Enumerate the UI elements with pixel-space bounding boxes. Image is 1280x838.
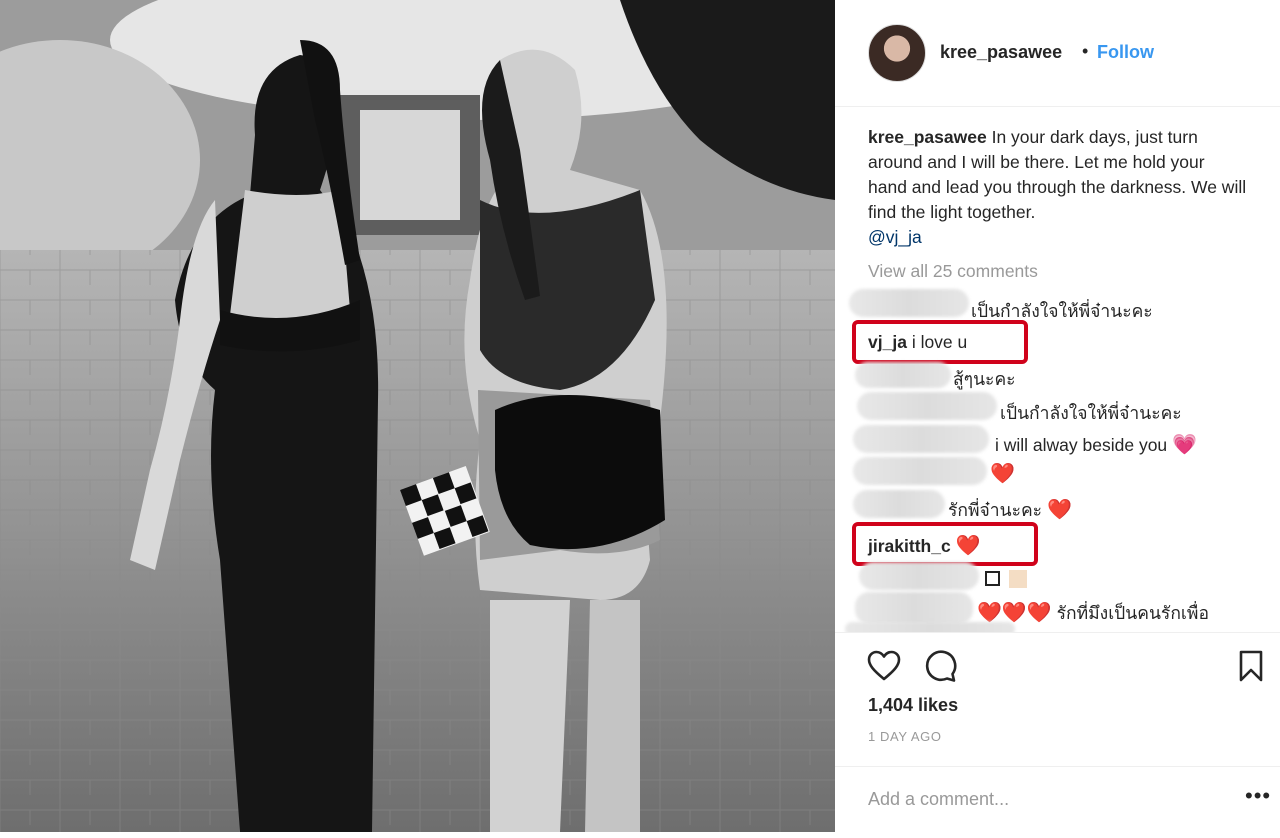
post-actions: 1,404 likes 1 DAY AGO Add a comment... •… [835,632,1280,838]
comment-text: สู้ๆนะคะ [953,369,1016,389]
header-username[interactable]: kree_pasawee [940,42,1062,63]
caption-username[interactable]: kree_pasawee [868,127,987,147]
comment-item: i will alway beside you 💗 [995,432,1197,457]
comment-text: รักพี่จ๋านะคะ [948,500,1043,520]
comment-item [985,569,1027,590]
blurred-username [855,362,951,388]
comment-text: เป็นกำลังใจให้พี่จ๋านะคะ [971,301,1153,321]
add-comment-bar: Add a comment... ••• [835,766,1280,837]
avatar[interactable] [868,24,926,82]
bookmark-icon[interactable] [1238,650,1264,682]
comment-username[interactable]: vj_ja [868,332,907,352]
comment-item: สู้ๆนะคะ [953,365,1016,393]
comments-section[interactable]: kree_pasawee In your dark days, just tur… [835,107,1280,632]
red-heart-icon: ❤️ [1046,499,1072,521]
blurred-username [859,562,979,590]
red-hearts-icon: ❤️❤️❤️ [977,602,1052,624]
blurred-username [849,289,969,317]
comment-item: jirakitth_c ❤️ [868,533,980,558]
post-timestamp[interactable]: 1 DAY AGO [868,729,942,744]
blurred-username [853,490,945,518]
comment-item: ❤️ [990,461,1015,486]
blurred-username [853,457,987,485]
red-heart-icon: ❤️ [990,463,1015,485]
comment-item: vj_ja i love u [868,332,967,353]
blurred-username [853,425,989,453]
pink-heart-icon: 💗 [1172,434,1197,456]
caption: kree_pasawee In your dark days, just tur… [868,125,1248,250]
speech-bubble-icon[interactable] [923,649,957,683]
photo-illustration [0,0,835,832]
comment-text: รักที่มึงเป็นคนรักเพื่อ [1056,603,1209,623]
comment-item: รักพี่จ๋านะคะ ❤️ [948,496,1072,524]
likes-count[interactable]: 1,404 likes [868,695,958,716]
red-heart-icon: ❤️ [955,535,981,557]
unknown-glyph-icon [985,571,1000,586]
more-options-button[interactable]: ••• [1245,783,1271,809]
blurred-username [857,392,997,420]
comment-text: i will alway beside you [995,435,1168,455]
instagram-post: kree_pasawee • Follow kree_pasawee In yo… [0,0,1280,832]
post-side-panel: kree_pasawee • Follow kree_pasawee In yo… [835,0,1280,832]
post-photo[interactable] [0,0,835,832]
view-all-comments-link[interactable]: View all 25 comments [868,261,1038,282]
comment-text: i love u [911,332,968,352]
comment-text: เป็นกำลังใจให้พี่จ๋านะคะ [1000,403,1182,423]
add-comment-input[interactable]: Add a comment... [868,789,1009,810]
blurred-username [855,592,973,624]
skin-tone-icon [1008,570,1027,588]
heart-outline-icon[interactable] [867,650,901,682]
blurred-overflow [845,622,1015,632]
separator-dot: • [1082,41,1089,61]
comment-username[interactable]: jirakitth_c [868,536,951,556]
caption-mention[interactable]: @vj_ja [868,227,922,247]
post-header: kree_pasawee • Follow [835,0,1280,107]
comment-item: เป็นกำลังใจให้พี่จ๋านะคะ [1000,399,1182,427]
follow-button[interactable]: Follow [1097,42,1154,63]
